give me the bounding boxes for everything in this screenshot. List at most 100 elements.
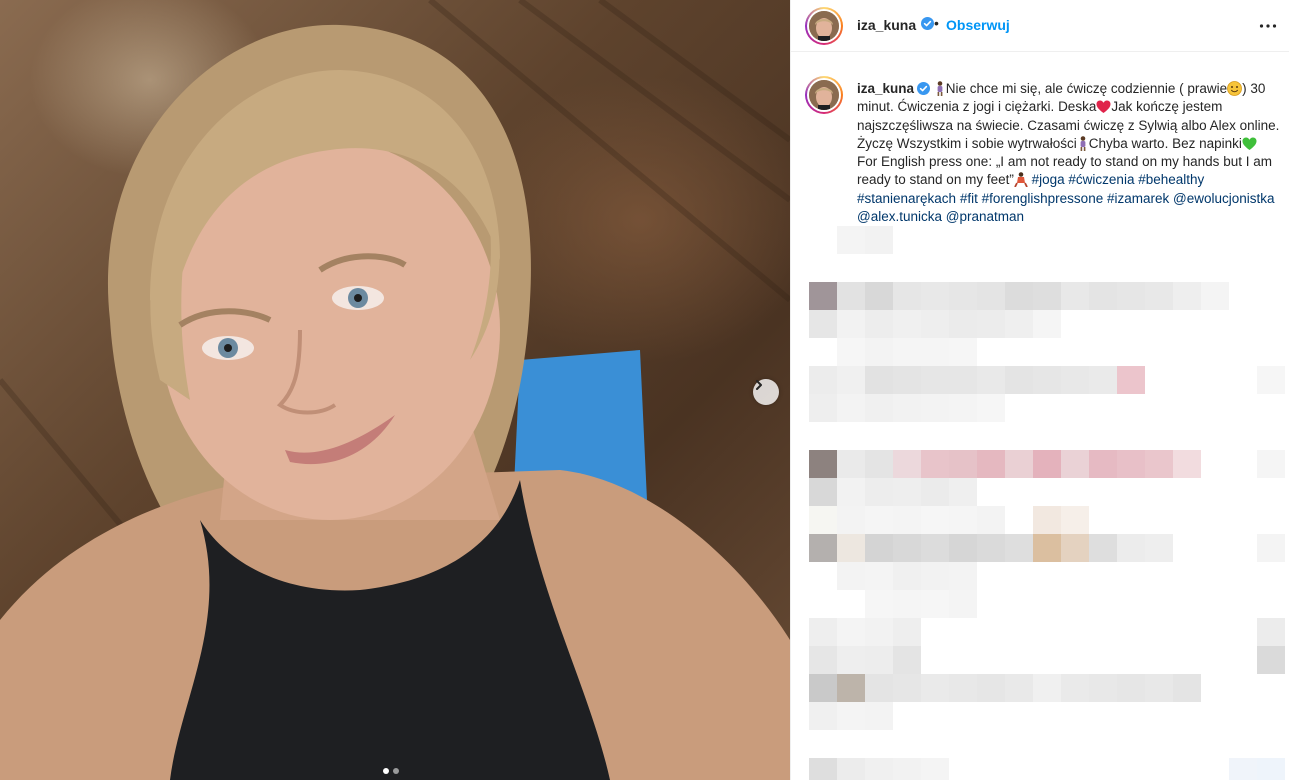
- pixelated-block: [837, 394, 865, 422]
- pixelated-block: [837, 478, 865, 506]
- pixelated-block: [1117, 674, 1145, 702]
- pixelated-block: [977, 282, 1005, 310]
- pixelated-block: [837, 646, 865, 674]
- pixelated-block: [1257, 366, 1285, 394]
- pixelated-block: [949, 674, 977, 702]
- pixelated-block: [893, 366, 921, 394]
- pixelated-block: [921, 450, 949, 478]
- pixelated-block: [977, 506, 1005, 534]
- pixelated-block: [921, 478, 949, 506]
- pixelated-block: [837, 674, 865, 702]
- pixelated-block: [921, 366, 949, 394]
- pixelated-block: [977, 534, 1005, 562]
- carousel-dot-active: [383, 768, 389, 774]
- more-options-icon[interactable]: [1258, 16, 1278, 36]
- pixelated-block: [893, 562, 921, 590]
- pixelated-block: [1117, 282, 1145, 310]
- avatar-photo: [809, 80, 839, 110]
- pixelated-block: [1089, 450, 1117, 478]
- header-separator: •: [934, 15, 939, 31]
- pixelated-block: [1089, 282, 1117, 310]
- hashtag-link[interactable]: #stanienarękach: [857, 191, 956, 206]
- avatar-photo: [809, 11, 839, 41]
- mention-link[interactable]: @alex.tunicka: [857, 209, 942, 224]
- pixelated-block: [977, 674, 1005, 702]
- hashtag-link[interactable]: #ćwiczenia: [1068, 172, 1134, 187]
- pixelated-block: [865, 702, 893, 730]
- pixelated-block: [1005, 366, 1033, 394]
- author-username[interactable]: iza_kuna: [857, 17, 916, 33]
- post-photo[interactable]: [0, 0, 790, 780]
- hashtag-link[interactable]: #forenglishpressone: [982, 191, 1104, 206]
- pixelated-block: [837, 618, 865, 646]
- pixelated-block: [865, 506, 893, 534]
- pixelated-block: [949, 590, 977, 618]
- caption-text-part4: Chyba warto. Bez napinki: [1088, 135, 1242, 151]
- pixelated-block: [837, 226, 865, 254]
- pixelated-block: [893, 618, 921, 646]
- pixelated-block: [1201, 282, 1229, 310]
- author-avatar[interactable]: [805, 7, 843, 45]
- pixelated-block: [1033, 366, 1061, 394]
- pixelated-block: [809, 282, 837, 310]
- mention-link[interactable]: @pranatman: [946, 209, 1024, 224]
- pixelated-block: [1257, 534, 1285, 562]
- pixelated-block: [1117, 366, 1145, 394]
- pixelated-block: [921, 394, 949, 422]
- pixelated-block: [809, 534, 837, 562]
- green-heart-emoji-icon: [1242, 137, 1257, 150]
- pixelated-block: [921, 674, 949, 702]
- pixelated-block: [977, 450, 1005, 478]
- pixelated-block: [1033, 506, 1061, 534]
- pixelated-block: [977, 310, 1005, 338]
- pixelated-block: [1005, 282, 1033, 310]
- pixelated-block: [865, 310, 893, 338]
- post-caption: iza_kuna Nie chce mi się, ale ćwiczę cod…: [857, 80, 1285, 226]
- pixelated-block: [1005, 450, 1033, 478]
- pixelated-block: [865, 478, 893, 506]
- hashtag-link[interactable]: #behealthy: [1138, 172, 1204, 187]
- hashtag-link[interactable]: #fit: [960, 191, 978, 206]
- carousel-dot: [393, 768, 399, 774]
- pixelated-block: [809, 646, 837, 674]
- follow-button[interactable]: Obserwuj: [946, 17, 1010, 33]
- caption-author-username[interactable]: iza_kuna: [857, 81, 914, 96]
- next-photo-button[interactable]: [753, 379, 779, 405]
- pixelated-block: [921, 534, 949, 562]
- pixelated-block: [1005, 310, 1033, 338]
- pixelated-block: [949, 338, 977, 366]
- pixelated-block: [1033, 450, 1061, 478]
- pixelated-block: [1145, 674, 1173, 702]
- pixelated-block: [1061, 450, 1089, 478]
- pixelated-block: [865, 590, 893, 618]
- pixelated-block: [1033, 310, 1061, 338]
- pixelated-block: [921, 562, 949, 590]
- pixelated-block: [1061, 366, 1089, 394]
- pixelated-block: [1033, 674, 1061, 702]
- caption-author-avatar[interactable]: [805, 76, 843, 114]
- pixelated-block: [893, 282, 921, 310]
- pixelated-block: [921, 310, 949, 338]
- pixelated-block: [809, 394, 837, 422]
- pixelated-block: [921, 758, 949, 780]
- verified-badge-icon: [917, 82, 931, 95]
- pixelated-block: [837, 310, 865, 338]
- hashtag-link[interactable]: #joga: [1032, 172, 1065, 187]
- pixelated-block: [1061, 282, 1089, 310]
- pixelated-block: [921, 338, 949, 366]
- hashtag-link[interactable]: #izamarek: [1107, 191, 1169, 206]
- pixelated-block: [1257, 758, 1285, 780]
- mention-link[interactable]: @ewolucjonistka: [1173, 191, 1275, 206]
- pixelated-block: [1061, 674, 1089, 702]
- pixelated-block: [1173, 674, 1201, 702]
- pixelated-block: [837, 506, 865, 534]
- pixelated-block: [837, 282, 865, 310]
- pixelated-block: [893, 646, 921, 674]
- pixelated-block: [865, 282, 893, 310]
- chevron-right-icon: [756, 380, 762, 390]
- pixelated-block: [1117, 534, 1145, 562]
- pixelated-block: [921, 590, 949, 618]
- pixelated-block: [977, 366, 1005, 394]
- pixelated-block: [837, 702, 865, 730]
- verified-badge-icon: [921, 17, 934, 30]
